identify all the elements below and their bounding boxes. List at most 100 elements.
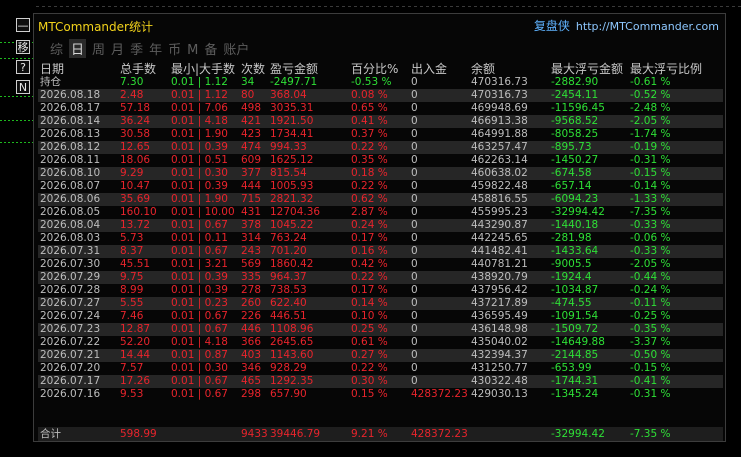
column-header[interactable]: 最大浮亏金额: [551, 61, 623, 77]
cell-count: 298: [241, 388, 262, 400]
cell-inout: 0: [411, 375, 418, 387]
table-row[interactable]: 2026.08.18 2.48 0.01 | 1.12 80 368.04 0.08 % 0…: [38, 89, 723, 102]
cell-lots: 45.51: [120, 258, 151, 270]
cell-inout: 0: [411, 193, 418, 205]
table-row[interactable]: 2026.07.27 5.55 0.01 | 0.23 260 622.40 0.14 %…: [38, 297, 723, 310]
cell-pct: 0.30 %: [351, 375, 388, 387]
table-row[interactable]: 2026.08.04 13.72 0.01 | 0.67 378 1045.22 0.24…: [38, 219, 723, 232]
cell-pnl: 1292.35: [270, 375, 314, 387]
holding-row[interactable]: 持仓 7.30 0.01 | 1.12 34 -2497.71 -0.53 % 0 47031…: [38, 76, 723, 89]
n-button[interactable]: N: [16, 80, 30, 94]
table-row[interactable]: 2026.07.30 45.51 0.01 | 3.21 569 1860.42 0.42…: [38, 258, 723, 271]
cell-minmax: 0.01 | 0.67: [171, 245, 228, 257]
tab-1[interactable]: 日: [69, 39, 87, 58]
column-header[interactable]: 出入金: [411, 61, 447, 77]
cell-pnl: 1045.22: [270, 219, 314, 231]
cell-inout: 428372.23: [411, 428, 468, 440]
table-row[interactable]: 2026.07.22 52.20 0.01 | 4.18 366 2645.65 0.61…: [38, 336, 723, 349]
cell-pct: 0.22 %: [351, 141, 388, 153]
cell-lots: 2.48: [120, 89, 144, 101]
cell-inout: 0: [411, 167, 418, 179]
cell-pct: 0.18 %: [351, 167, 388, 179]
cell-lots: 57.18: [120, 102, 151, 114]
cell-pct: 0.22 %: [351, 180, 388, 192]
table-row[interactable]: 2026.07.21 14.44 0.01 | 0.87 403 1143.60 0.27…: [38, 349, 723, 362]
cell-pnl: 1108.96: [270, 323, 314, 335]
table-row[interactable]: 2026.07.24 7.46 0.01 | 0.67 226 446.51 0.10 %…: [38, 310, 723, 323]
cell-inout: 0: [411, 232, 418, 244]
column-header[interactable]: 最大浮亏比例: [630, 61, 702, 77]
column-header[interactable]: 总手数: [120, 61, 156, 77]
cell-max-float: -14649.88: [551, 336, 605, 348]
cell-count: 569: [241, 258, 262, 270]
tab-6[interactable]: 币: [168, 39, 181, 58]
table-row[interactable]: 2026.08.17 57.18 0.01 | 7.06 498 3035.31 0.65…: [38, 102, 723, 115]
table-row[interactable]: 2026.08.10 9.29 0.01 | 0.30 377 815.54 0.18 %…: [38, 167, 723, 180]
table-row[interactable]: 2026.08.13 30.58 0.01 | 1.90 423 1734.41 0.37…: [38, 128, 723, 141]
cell-date: 2026.07.17: [40, 375, 101, 387]
cell-max-float: -6094.23: [551, 193, 599, 205]
tab-7[interactable]: M: [187, 43, 198, 58]
tab-9[interactable]: 账户: [223, 39, 249, 58]
cell-count: 366: [241, 336, 262, 348]
table-row[interactable]: 2026.07.23 12.87 0.01 | 0.67 446 1108.96 0.25…: [38, 323, 723, 336]
cell-inout: 0: [411, 154, 418, 166]
tab-2[interactable]: 周: [92, 39, 105, 58]
brand-url[interactable]: http://MTCommander.com: [576, 20, 719, 33]
cell-lots: 598.99: [120, 428, 157, 440]
table-row[interactable]: 2026.08.03 5.73 0.01 | 0.11 314 763.24 0.17 %…: [38, 232, 723, 245]
cell-lots: 14.44: [120, 349, 151, 361]
cell-pnl: 622.40: [270, 297, 307, 309]
column-header[interactable]: 最小|大手数: [171, 61, 235, 77]
table-row[interactable]: 2026.08.12 12.65 0.01 | 0.39 474 994.33 0.22 …: [38, 141, 723, 154]
tab-8[interactable]: 备: [204, 39, 217, 58]
cell-max-float-pct: -0.25 %: [630, 310, 671, 322]
table-row[interactable]: 2026.08.05 160.10 0.01 | 10.00 431 12704.36 2…: [38, 206, 723, 219]
cell-minmax: 0.01 | 0.67: [171, 375, 228, 387]
cell-minmax: 0.01 | 0.39: [171, 271, 228, 283]
column-header[interactable]: 百分比%: [351, 61, 398, 77]
cell-pnl: 2821.32: [270, 193, 314, 205]
cell-minmax: 0.01 | 0.30: [171, 167, 228, 179]
cell-pct: 0.17 %: [351, 284, 388, 296]
cell-balance: 438920.79: [471, 271, 528, 283]
table-row[interactable]: 2026.07.17 17.26 0.01 | 0.67 465 1292.35 0.30…: [38, 375, 723, 388]
table-row[interactable]: 2026.08.07 10.47 0.01 | 0.39 444 1005.93 0.22…: [38, 180, 723, 193]
cell-pnl: 1625.12: [270, 154, 314, 166]
collapse-button[interactable]: —: [16, 18, 30, 32]
cell-max-float: -9005.5: [551, 258, 592, 270]
cell-count: 335: [241, 271, 262, 283]
table-row[interactable]: 2026.08.14 36.24 0.01 | 4.18 421 1921.50 0.41…: [38, 115, 723, 128]
cell-balance: 458816.55: [471, 193, 528, 205]
table-row[interactable]: 2026.07.28 8.99 0.01 | 0.39 278 738.53 0.17 %…: [38, 284, 723, 297]
cell-date: 2026.08.18: [40, 89, 101, 101]
help-button[interactable]: ?: [16, 60, 30, 74]
tab-4[interactable]: 季: [130, 39, 143, 58]
cell-max-float-pct: -0.15 %: [630, 362, 671, 374]
tab-0[interactable]: 综: [50, 39, 63, 58]
column-header[interactable]: 余额: [471, 61, 495, 77]
table-row[interactable]: 2026.07.20 7.57 0.01 | 0.30 346 928.29 0.22 %…: [38, 362, 723, 375]
cell-count: 403: [241, 349, 262, 361]
cell-pct: 0.65 %: [351, 102, 388, 114]
column-header[interactable]: 日期: [40, 61, 64, 77]
title-bar[interactable]: MTCommander统计 复盘侠 http://MTCommander.com: [34, 14, 725, 36]
cell-pnl: 39446.79: [270, 428, 321, 440]
table-row[interactable]: 2026.08.06 35.69 0.01 | 1.90 715 2821.32 0.62…: [38, 193, 723, 206]
move-button[interactable]: 移: [16, 40, 30, 54]
cell-balance: 443290.87: [471, 219, 528, 231]
column-header[interactable]: 次数: [241, 61, 265, 77]
table-row[interactable]: 2026.08.11 18.06 0.01 | 0.51 609 1625.12 0.35…: [38, 154, 723, 167]
cell-max-float-pct: -0.11 %: [630, 297, 671, 309]
tab-3[interactable]: 月: [111, 39, 124, 58]
column-header[interactable]: 盈亏金额: [270, 61, 318, 77]
brand-link[interactable]: 复盘侠 http://MTCommander.com: [534, 17, 719, 34]
cell-max-float-pct: -0.24 %: [630, 284, 671, 296]
cell-date: 2026.08.14: [40, 115, 101, 127]
tab-5[interactable]: 年: [149, 39, 162, 58]
table-row[interactable]: 2026.07.31 8.37 0.01 | 0.67 243 701.20 0.16 %…: [38, 245, 723, 258]
cell-pct: 2.87 %: [351, 206, 388, 218]
table-row[interactable]: 2026.07.29 9.75 0.01 | 0.39 335 964.37 0.22 %…: [38, 271, 723, 284]
cell-minmax: 0.01 | 0.30: [171, 362, 228, 374]
table-row[interactable]: 2026.07.16 9.53 0.01 | 0.67 298 657.90 0.15 %…: [38, 388, 723, 401]
